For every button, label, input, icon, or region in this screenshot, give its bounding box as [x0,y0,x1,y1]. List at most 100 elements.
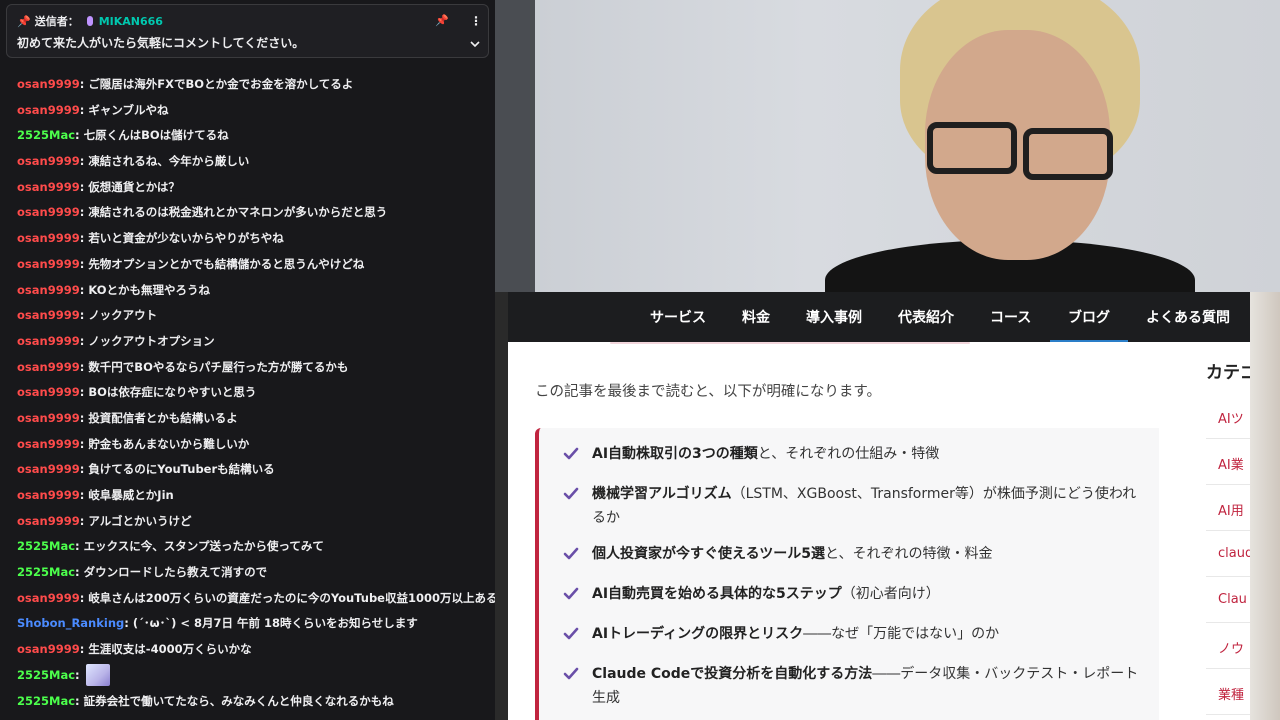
checklist-bold: 個人投資家が今すぐ使えるツール5選 [592,546,826,562]
nav-item-course[interactable]: コース [990,292,1031,342]
chat-colon: : [75,128,84,143]
chevron-down-icon[interactable] [468,37,482,51]
chat-message: 2525Mac: ダウンロードしたら教えて消すので [0,560,495,586]
pin-icon[interactable]: 📌 [435,14,449,28]
checklist-bold: AI自動売買を始める具体的な5ステップ [592,586,842,602]
pinned-sender-name: MIKAN666 [98,14,163,28]
chat-message: osan9999: 凍結されるね、今年から厳しい [0,149,495,175]
chat-username[interactable]: osan9999 [17,103,80,117]
chat-message: 2525Mac: [0,663,495,689]
chat-message: osan9999: ご隠居は海外FXでBOとか金でお金を溶かしてるよ [0,72,495,98]
chat-message: osan9999: 数千円でBOやるならパチ屋行った方が勝てるかも [0,355,495,381]
chat-username[interactable]: osan9999 [17,77,80,91]
chat-username[interactable]: osan9999 [17,591,80,605]
sidebar-category-link[interactable]: AI用 [1218,500,1244,519]
nav-underline-decoration [610,342,970,344]
checklist-item: 機械学習アルゴリズム（LSTM、XGBoost、Transformer等）が株価… [563,482,1140,530]
chat-username[interactable]: osan9999 [17,437,80,451]
chat-username[interactable]: osan9999 [17,334,80,348]
chat-text: 岐阜さんは200万くらいの資産だったのに今のYouTube収益1000万以上ある… [88,590,495,605]
sidebar-category-link[interactable]: Clau [1218,592,1247,607]
chat-username[interactable]: osan9999 [17,154,80,168]
chat-message: osan9999: ノックアウト [0,303,495,329]
sidebar-category-link[interactable]: claud [1218,546,1250,561]
checklist-bold: AIトレーディングの限界とリスク [592,626,804,642]
chat-message: osan9999: 負けてるのにYouTuberも結構いる [0,457,495,483]
chat-username[interactable]: 2525Mac [17,668,75,682]
chat-username[interactable]: osan9999 [17,462,80,476]
checklist-rest: （初心者向け） [841,586,940,602]
chat-username[interactable]: osan9999 [17,488,80,502]
checklist-text: AI自動売買を始める具体的な5ステップ（初心者向け） [592,582,1140,606]
chat-message: osan9999: 生涯収支は-4000万くらいかな [0,637,495,663]
sidebar-category-link[interactable]: ノウ [1218,638,1244,657]
chat-text: 数千円でBOやるならパチ屋行った方が勝てるかも [88,359,349,374]
chat-text: 七原くんはBOは儲けてるね [83,128,229,143]
webcam-video [495,0,1280,292]
site-nav: サービス 料金 導入事例 代表紹介 コース ブログ よくある質問 [508,292,1250,342]
chat-username[interactable]: osan9999 [17,642,80,656]
glasses-right [1023,128,1113,180]
checklist-item: Claude Codeで投資分析を自動化する方法――データ収集・バックテスト・レ… [563,662,1140,710]
pinned-message[interactable]: 📌 送信者： MIKAN666 初めて来た人がいたら気軽にコメントしてください。… [6,4,489,58]
sidebar-category-link[interactable]: 業種 [1218,684,1244,703]
nav-item-price[interactable]: 料金 [742,292,770,342]
chat-username[interactable]: osan9999 [17,180,80,194]
chat-text: アルゴとかいうけど [88,513,192,528]
browser-page: サービス 料金 導入事例 代表紹介 コース ブログ よくある質問 この記事を最後… [508,292,1250,720]
chat-message: osan9999: 貯金もあんまないから難しいか [0,432,495,458]
nav-item-cases[interactable]: 導入事例 [806,292,862,342]
chat-message: osan9999: BOは依存症になりやすいと思う [0,380,495,406]
chat-message: osan9999: 岐阜暴威とかJin [0,483,495,509]
nav-item-blog[interactable]: ブログ [1050,292,1128,342]
chat-username[interactable]: osan9999 [17,205,80,219]
chat-colon: : [124,616,133,631]
chat-text: 凍結されるのは税金逃れとかマネロンが多いからだと思う [88,205,388,220]
sidebar-category-link[interactable]: AIツ [1218,408,1244,427]
checklist-text: AIトレーディングの限界とリスク――なぜ「万能ではない」のか [592,622,1140,646]
checklist-text: AI自動株取引の3つの種類と、それぞれの仕組み・特徴 [592,442,1140,466]
chat-username[interactable]: osan9999 [17,257,80,271]
check-icon [563,487,579,500]
chat-username[interactable]: osan9999 [17,308,80,322]
checklist-rest: と、それぞれの仕組み・特徴 [757,446,940,462]
chat-text: 凍結されるね、今年から厳しい [88,154,250,169]
chat-message: osan9999: KOとかも無理やろうね [0,278,495,304]
checklist-rest: ――なぜ「万能ではない」のか [803,626,1000,642]
chat-text: BOは依存症になりやすいと思う [88,385,257,400]
pinned-message-text: 初めて来た人がいたら気軽にコメントしてください。 [17,36,305,50]
chat-username[interactable]: 2525Mac [17,128,75,142]
chat-text: (´･ω･`) < 8月7日 午前 18時くらいをお知らせします [132,616,418,631]
nav-item-ceo[interactable]: 代表紹介 [898,292,954,342]
chat-username[interactable]: osan9999 [17,283,80,297]
chat-username[interactable]: osan9999 [17,514,80,528]
chat-username[interactable]: osan9999 [17,360,80,374]
chat-username[interactable]: 2525Mac [17,565,75,579]
chat-username[interactable]: 2525Mac [17,694,75,708]
nav-item-service[interactable]: サービス [650,292,706,342]
chat-username[interactable]: 2525Mac [17,539,75,553]
chat-username[interactable]: osan9999 [17,411,80,425]
chat-emote-image[interactable] [85,664,110,687]
chat-text: 先物オプションとかでも結構儲かると思うんやけどね [88,256,365,271]
chat-username[interactable]: osan9999 [17,231,80,245]
checklist-text: 個人投資家が今すぐ使えるツール5選と、それぞれの特徴・料金 [592,542,1140,566]
sidebar-divider [1206,668,1250,669]
takeaway-checklist: AI自動株取引の3つの種類と、それぞれの仕組み・特徴機械学習アルゴリズム（LST… [535,428,1159,720]
checklist-item: AI自動株取引の3つの種類と、それぞれの仕組み・特徴 [563,442,1140,466]
check-icon [563,587,579,600]
chat-message: osan9999: 若いと資金が少ないからやりがちやね [0,226,495,252]
sidebar-divider [1206,576,1250,577]
chat-text: ギャンブルやね [88,102,169,117]
sidebar-category-link[interactable]: AI業 [1218,454,1244,473]
more-options-icon[interactable]: ⋮ [470,14,482,28]
chat-text: 投資配信者とかも結構いるよ [88,410,238,425]
checklist-text: Claude Codeで投資分析を自動化する方法――データ収集・バックテスト・レ… [592,662,1140,710]
check-icon [563,447,579,460]
checklist-item: AI自動売買を始める具体的な5ステップ（初心者向け） [563,582,1140,606]
sidebar-divider [1206,484,1250,485]
checklist-bold: Claude Codeで投資分析を自動化する方法 [592,666,873,682]
chat-username[interactable]: Shobon_Ranking [17,616,124,630]
chat-username[interactable]: osan9999 [17,385,80,399]
check-icon [563,627,579,640]
